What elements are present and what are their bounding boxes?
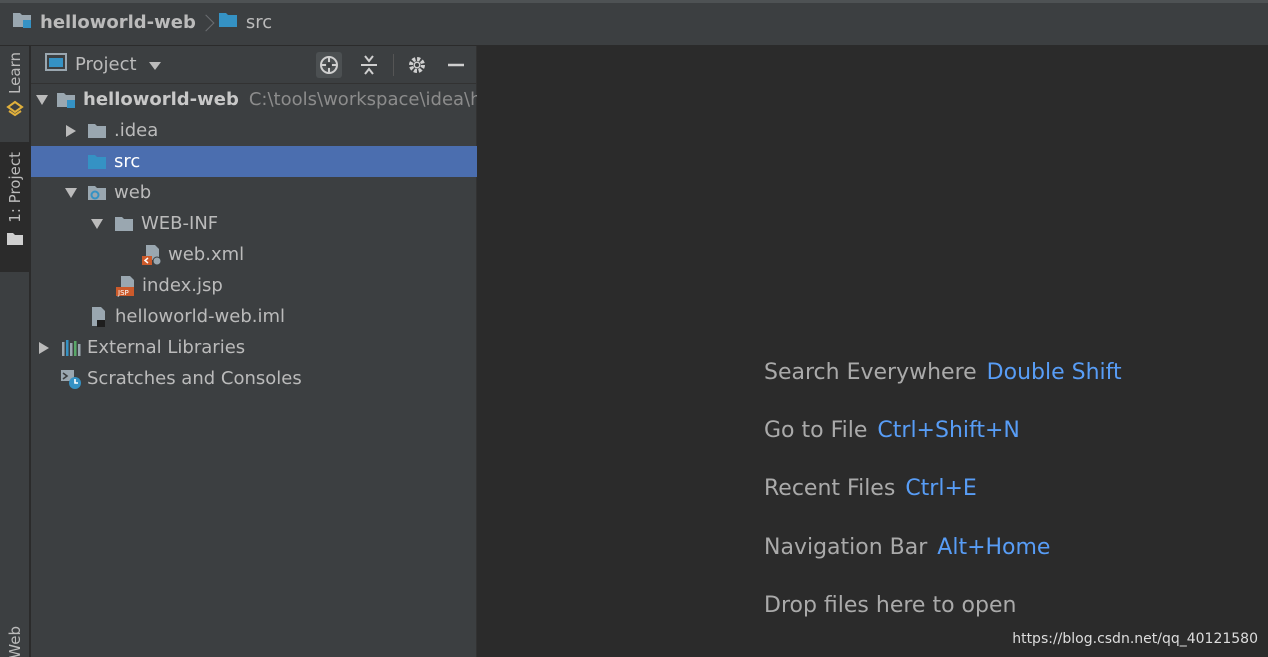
source-folder-icon <box>87 152 109 172</box>
tree-node-label: index.jsp <box>142 275 223 296</box>
breadcrumb-label: src <box>245 12 273 33</box>
hint-drop-files: Drop files here to open <box>764 593 1016 618</box>
hint-text: Search Everywhere <box>764 360 977 385</box>
web-tool-label: Web <box>6 626 24 657</box>
learn-label: Learn <box>6 52 24 94</box>
tree-node-idea[interactable]: .idea <box>31 115 477 146</box>
hint-text: Recent Files <box>764 476 896 501</box>
chevron-right-icon[interactable] <box>36 340 52 356</box>
folder-icon <box>114 214 136 234</box>
hide-icon[interactable] <box>443 52 469 78</box>
tree-node-src[interactable]: src <box>31 146 477 177</box>
module-folder-icon <box>56 90 78 110</box>
web-folder-icon <box>87 183 109 203</box>
tree-node-label: web.xml <box>168 244 245 265</box>
hint-go-to-file: Go to File Ctrl+Shift+N <box>764 418 1020 443</box>
tree-node-web-xml[interactable]: web.xml <box>31 239 477 270</box>
tree-node-label: .idea <box>114 120 159 141</box>
tree-node-iml[interactable]: helloworld-web.iml <box>31 301 477 332</box>
tree-node-label: helloworld-web.iml <box>115 306 286 327</box>
chevron-down-icon <box>148 54 161 75</box>
project-panel-header: Project <box>31 46 476 84</box>
tree-node-index-jsp[interactable]: JSP index.jsp <box>31 270 477 301</box>
libraries-icon <box>60 338 82 358</box>
breadcrumb-module[interactable]: helloworld-web <box>12 11 196 34</box>
hint-shortcut: Alt+Home <box>937 535 1051 560</box>
tree-node-label: WEB-INF <box>141 213 219 234</box>
hint-navigation-bar: Navigation Bar Alt+Home <box>764 535 1050 560</box>
navigation-bar: helloworld-web src <box>0 0 1268 46</box>
tree-node-external-libraries[interactable]: External Libraries <box>31 332 477 363</box>
folder-icon <box>87 121 109 141</box>
hint-shortcut: Ctrl+Shift+N <box>877 418 1020 443</box>
tool-window-stripe: Learn 1: Project Web <box>0 46 30 657</box>
chevron-down-icon[interactable] <box>36 92 48 108</box>
scratches-icon <box>60 369 82 389</box>
jsp-file-icon: JSP <box>115 275 137 297</box>
hint-search-everywhere: Search Everywhere Double Shift <box>764 360 1122 385</box>
hint-recent-files: Recent Files Ctrl+E <box>764 476 977 501</box>
module-path: C:\tools\workspace\idea\hel <box>248 89 477 110</box>
editor-area[interactable]: Search Everywhere Double Shift Go to File… <box>477 46 1268 657</box>
source-folder-icon <box>218 11 240 34</box>
chevron-down-icon[interactable] <box>89 216 105 232</box>
tree-node-label: Scratches and Consoles <box>87 368 302 389</box>
project-view-label: Project <box>75 54 137 75</box>
collapse-all-icon[interactable] <box>356 52 382 78</box>
project-tool-button[interactable]: 1: Project <box>0 142 30 272</box>
chevron-right-icon[interactable] <box>63 123 79 139</box>
tree-node-web[interactable]: web <box>31 177 477 208</box>
header-divider <box>393 54 394 76</box>
project-tool-window: Project helloworld-web C:\tools\workspac… <box>31 46 477 657</box>
project-tool-label: 1: Project <box>6 152 24 223</box>
locate-icon[interactable] <box>316 52 342 78</box>
xml-file-icon <box>141 244 163 265</box>
gear-icon[interactable] <box>404 52 430 78</box>
tree-node-label: External Libraries <box>87 337 246 358</box>
breadcrumb-src[interactable]: src <box>218 11 272 34</box>
hint-text: Go to File <box>764 418 868 443</box>
tree-node-label: src <box>114 151 141 172</box>
hint-shortcut: Ctrl+E <box>905 476 977 501</box>
learn-tool-button[interactable]: Learn <box>0 52 30 132</box>
tree-node-label: web <box>114 182 152 203</box>
hint-text: Navigation Bar <box>764 535 928 560</box>
svg-text:JSP: JSP <box>117 289 129 297</box>
tree-node-scratches[interactable]: Scratches and Consoles <box>31 363 477 394</box>
web-tool-button[interactable]: Web <box>0 626 30 657</box>
breadcrumb-label: helloworld-web <box>40 12 196 33</box>
iml-file-icon <box>88 306 110 327</box>
tree-node-label: helloworld-web <box>83 89 239 110</box>
hint-text: Drop files here to open <box>764 593 1017 618</box>
module-folder-icon <box>12 11 34 34</box>
chevron-down-icon[interactable] <box>63 185 79 201</box>
breadcrumb-separator <box>204 12 212 34</box>
project-view-icon <box>45 52 67 77</box>
learn-icon <box>6 100 24 122</box>
project-view-selector[interactable]: Project <box>45 52 161 77</box>
folder-icon <box>6 231 24 251</box>
tree-node-web-inf[interactable]: WEB-INF <box>31 208 477 239</box>
watermark: https://blog.csdn.net/qq_40121580 <box>1012 631 1258 647</box>
tree-node-helloworld-web[interactable]: helloworld-web C:\tools\workspace\idea\h… <box>31 84 477 115</box>
hint-shortcut: Double Shift <box>986 360 1122 385</box>
